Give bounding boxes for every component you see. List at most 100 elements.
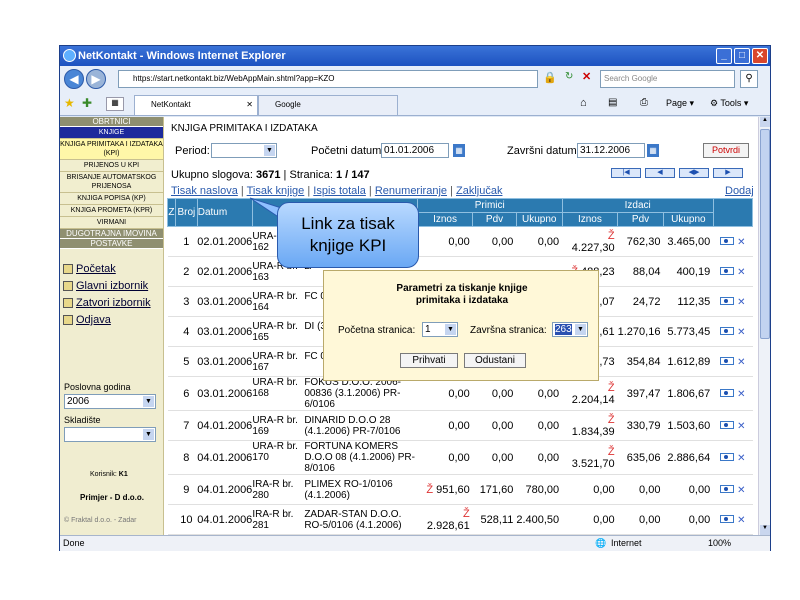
cell-izdaci-ukupno: 1.806,67	[663, 376, 714, 411]
tab-netkontakt[interactable]: NetKontakt ✕	[134, 95, 258, 115]
prev-page-button[interactable]: ◀	[645, 168, 675, 178]
calendar-icon[interactable]: ▦	[647, 144, 659, 157]
sidebar-link[interactable]: Glavni izbornik	[60, 278, 163, 295]
delete-icon[interactable]: ✕	[737, 421, 745, 432]
table-row[interactable]: 9 04.01.2006 IRA-R br. 280 PLIMEX RO-1/0106…	[167, 474, 753, 505]
link-add[interactable]: Dodaj	[725, 185, 754, 197]
next-page-button[interactable]: ▶	[713, 168, 743, 178]
search-icon[interactable]: ⚲	[740, 70, 758, 88]
delete-icon[interactable]: ✕	[737, 267, 745, 278]
stop-icon[interactable]: ✕	[582, 70, 591, 83]
url-input[interactable]: https://start.netkontakt.biz/WebAppMain.…	[118, 70, 538, 88]
sidebar-menu-item[interactable]: PRIJENOS U KPI	[60, 160, 163, 172]
scroll-down-icon[interactable]: ▼	[760, 525, 770, 535]
forward-icon[interactable]: ▶	[86, 69, 106, 89]
add-favorites-icon[interactable]: ✚	[82, 96, 92, 110]
table-row[interactable]: 8 04.01.2006 URA-R br. 170 FORTUNA KOMERS D…	[167, 440, 753, 475]
scroll-thumb[interactable]	[760, 129, 770, 339]
delete-icon[interactable]: ✕	[737, 297, 745, 308]
tab-google[interactable]: Google	[258, 95, 398, 115]
start-page-select[interactable]: 1 ▼	[422, 322, 458, 337]
delete-icon[interactable]: ✕	[737, 357, 745, 368]
quick-tabs-icon[interactable]: ▦	[106, 97, 124, 111]
sidebar-menu-item[interactable]: KNJIGE	[60, 127, 163, 139]
z-marker-icon: Ž	[607, 229, 615, 242]
sidebar-link[interactable]: Početak	[60, 261, 163, 278]
zoom-level[interactable]: 100%	[708, 536, 731, 551]
edit-icon[interactable]	[720, 452, 735, 461]
feeds-icon[interactable]: ▤	[608, 97, 617, 108]
edit-icon[interactable]	[720, 236, 735, 245]
sidebar-menu-item[interactable]: KNJIGA PRIMITAKA I IZDATAKA (KPI)	[60, 139, 163, 160]
sidebar-link[interactable]: Odjava	[60, 312, 163, 329]
edit-icon[interactable]	[720, 326, 735, 335]
table-row[interactable]: 6 03.01.2006 URA-R br. 168 FOKUS D.O.O. 200…	[167, 376, 753, 411]
chevron-down-icon: ▼	[143, 396, 154, 407]
period-select[interactable]: ▼	[211, 143, 277, 158]
edit-icon[interactable]	[720, 388, 735, 397]
sidebar-menu-item[interactable]: OBRTNICI	[60, 117, 163, 127]
cancel-button[interactable]: Odustani	[464, 353, 526, 368]
sidebar-menu-item[interactable]: POSTAVKE	[60, 239, 163, 249]
sidebar-menu-item[interactable]: BRISANJE AUTOMATSKOG PRIJENOSA	[60, 172, 163, 193]
table-row[interactable]: 1 02.01.2006 URA-R br. 162 0,00 0,00 0,00 Ž 4.…	[167, 226, 753, 257]
tools-menu[interactable]: ⚙ Tools ▾	[710, 98, 748, 109]
sidebar-menu-item[interactable]: KNJIGA PROMETA (KPR)	[60, 205, 163, 217]
delete-icon[interactable]: ✕	[737, 389, 745, 400]
close-button[interactable]: ✕	[752, 48, 768, 64]
edit-icon[interactable]	[720, 420, 735, 429]
page-menu[interactable]: Page ▾	[666, 98, 694, 109]
delete-icon[interactable]: ✕	[737, 237, 745, 248]
sidebar-menu-item[interactable]: KNJIGA POPISA (KP)	[60, 193, 163, 205]
accept-button[interactable]: Prihvati	[400, 353, 458, 368]
scroll-up-icon[interactable]: ▲	[760, 117, 770, 127]
back-icon[interactable]: ◀	[64, 69, 84, 89]
edit-icon[interactable]	[720, 484, 735, 493]
year-select[interactable]: 2006 ▼	[64, 394, 156, 409]
table-row[interactable]: 7 04.01.2006 URA-R br. 169 DINARID D.O.O 28…	[167, 410, 753, 441]
cell-izdaci-ukupno: 1.503,60	[663, 410, 714, 441]
end-page-select[interactable]: 263 ▼	[552, 322, 588, 337]
sidebar-menu-item[interactable]: VIRMANI	[60, 217, 163, 229]
delete-icon[interactable]: ✕	[737, 327, 745, 338]
edit-icon[interactable]	[720, 266, 735, 275]
cell-primici-pdv: 171,60	[472, 474, 517, 505]
delete-icon[interactable]: ✕	[737, 453, 745, 464]
sidebar-link[interactable]: Zatvori izbornik	[60, 295, 163, 312]
link-renumber[interactable]: Renumeriranje	[375, 185, 447, 197]
end-date-input[interactable]: 31.12.2006	[577, 143, 645, 158]
delete-icon[interactable]: ✕	[737, 485, 745, 496]
jump-page-button[interactable]: ◀▶	[679, 168, 709, 178]
dialog-title: Parametri za tiskanje knjige primitaka i…	[396, 283, 528, 306]
delete-icon[interactable]: ✕	[737, 515, 745, 526]
cell-izdaci-pdv: 24,72	[617, 286, 664, 317]
edit-icon[interactable]	[720, 514, 735, 523]
sidebar-link-icon	[63, 281, 73, 291]
link-print-totals[interactable]: Ispis totala	[313, 185, 366, 197]
edit-icon[interactable]	[720, 296, 735, 305]
edit-icon[interactable]	[720, 356, 735, 365]
search-input[interactable]: Search Google	[600, 70, 735, 88]
favorites-star-icon[interactable]: ★	[64, 96, 75, 110]
minimize-button[interactable]: _	[716, 48, 732, 64]
sidebar-menu-item[interactable]: DUGOTRAJNA IMOVINA	[60, 229, 163, 239]
cell-primici-ukupno: 2.400,50	[516, 504, 563, 535]
warehouse-select[interactable]: ▼	[64, 427, 156, 442]
cell-date: 04.01.2006	[197, 474, 253, 505]
end-page-label: Završna stranica:	[470, 325, 547, 336]
table-row[interactable]: 10 04.01.2006 IRA-R br. 281 ZADAR-STAN D.O.…	[167, 504, 753, 535]
link-print-title[interactable]: Tisak naslova	[171, 185, 238, 197]
home-icon[interactable]: ⌂	[580, 97, 587, 109]
tab-close-icon[interactable]: ✕	[246, 96, 253, 114]
first-page-button[interactable]: |◀	[611, 168, 641, 178]
maximize-button[interactable]: □	[734, 48, 750, 64]
print-icon[interactable]: ⎙	[640, 97, 648, 108]
link-close-book[interactable]: Zaključak	[456, 185, 502, 197]
vertical-scrollbar[interactable]: ▲ ▼	[758, 117, 770, 535]
total-label: Ukupno slogova:	[171, 169, 253, 181]
cell-document: URA-R br. 170 FORTUNA KOMERS D.O.O 08 (4.…	[252, 440, 418, 475]
start-date-input[interactable]: 01.01.2006	[381, 143, 449, 158]
confirm-button[interactable]: Potvrdi	[703, 143, 749, 158]
calendar-icon[interactable]: ▦	[453, 144, 465, 157]
refresh-icon[interactable]: ↻	[565, 71, 573, 82]
